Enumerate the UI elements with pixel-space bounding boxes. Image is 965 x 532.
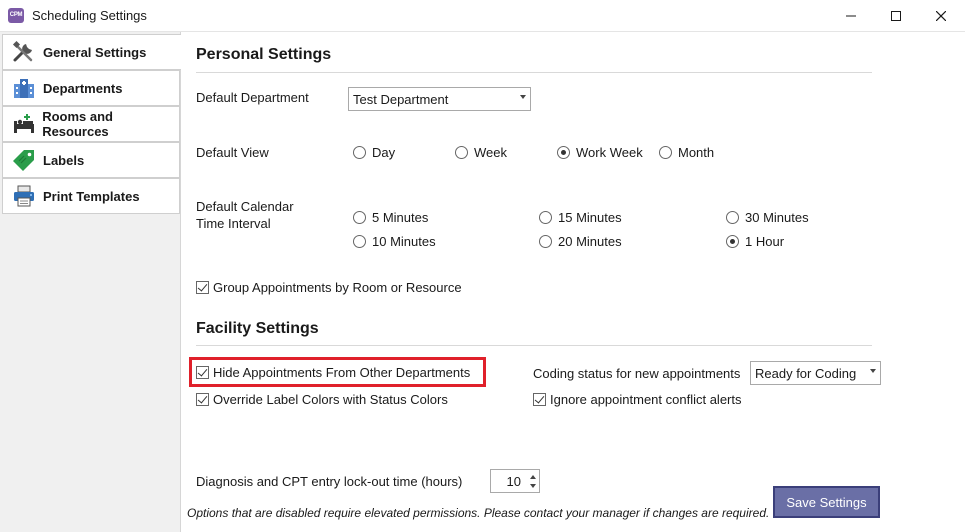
- sidebar-item-label: Departments: [43, 80, 123, 96]
- radio-circle: [539, 211, 552, 224]
- view-radio-week[interactable]: Week: [455, 145, 507, 160]
- chevron-down-icon: [520, 95, 526, 99]
- close-icon: [936, 11, 946, 21]
- section-divider: [196, 72, 872, 73]
- ignore-conflict-alerts-checkbox[interactable]: Ignore appointment conflict alerts: [533, 392, 742, 407]
- radio-label: 5 Minutes: [372, 210, 429, 225]
- window-title: Scheduling Settings: [32, 8, 147, 23]
- hide-other-departments-checkbox[interactable]: Hide Appointments From Other Departments: [196, 365, 470, 380]
- coding-status-select[interactable]: Ready for Coding: [750, 361, 881, 385]
- radio-circle: [353, 235, 366, 248]
- interval-radio-15-minutes[interactable]: 15 Minutes: [539, 210, 622, 225]
- radio-label: 15 Minutes: [558, 210, 622, 225]
- checkbox-label: Override Label Colors with Status Colors: [213, 392, 448, 407]
- checkbox-checked: [196, 393, 209, 406]
- minimize-icon: [846, 15, 856, 17]
- checkbox-checked: [533, 393, 546, 406]
- chevron-up-icon[interactable]: [530, 475, 536, 479]
- tools-icon: [10, 40, 38, 64]
- title-bar: CPM Scheduling Settings: [0, 0, 965, 32]
- interval-radio-1-hour[interactable]: 1 Hour: [726, 234, 784, 249]
- checkbox-label: Ignore appointment conflict alerts: [550, 392, 742, 407]
- app-icon: CPM: [8, 8, 24, 23]
- minimize-button[interactable]: [828, 0, 874, 32]
- radio-label: Work Week: [576, 145, 643, 160]
- radio-label: Day: [372, 145, 396, 160]
- radio-circle-selected: [557, 146, 570, 159]
- sidebar-item-rooms-and-resources[interactable]: Rooms and Resources: [2, 106, 180, 142]
- radio-circle-selected: [726, 235, 739, 248]
- building-icon: [10, 76, 38, 100]
- coding-status-value: Ready for Coding: [755, 365, 857, 381]
- facility-settings-title: Facility Settings: [196, 320, 319, 337]
- interval-radio-30-minutes[interactable]: 30 Minutes: [726, 210, 809, 225]
- radio-circle: [455, 146, 468, 159]
- default-view-label: Default View: [196, 145, 269, 160]
- maximize-button[interactable]: [873, 0, 919, 32]
- view-radio-day[interactable]: Day: [353, 145, 395, 160]
- sidebar-item-label: Rooms and Resources: [42, 109, 113, 139]
- checkbox-checked: [196, 281, 209, 294]
- default-department-value: Test Department: [353, 91, 449, 107]
- view-radio-month[interactable]: Month: [659, 145, 714, 160]
- checkbox-label: Group Appointments by Room or Resource: [213, 280, 462, 295]
- default-department-select[interactable]: Test Department: [348, 87, 531, 111]
- coding-status-label: Coding status for new appointments: [533, 366, 741, 381]
- radio-circle: [726, 211, 739, 224]
- lockout-time-stepper[interactable]: 10: [490, 469, 540, 493]
- radio-label: 10 Minutes: [372, 234, 436, 249]
- radio-circle: [353, 146, 366, 159]
- chevron-down-icon: [870, 369, 876, 373]
- lockout-time-label: Diagnosis and CPT entry lock-out time (h…: [196, 474, 463, 489]
- radio-label: 30 Minutes: [745, 210, 809, 225]
- chevron-down-icon[interactable]: [530, 484, 536, 488]
- maximize-icon: [891, 11, 901, 21]
- save-settings-button[interactable]: Save Settings: [773, 486, 880, 518]
- sidebar: General Settings Departments Rooms and R…: [0, 32, 182, 532]
- interval-label-line1: Default Calendar: [196, 199, 294, 214]
- group-by-room-checkbox[interactable]: Group Appointments by Room or Resource: [196, 280, 462, 295]
- radio-circle: [539, 235, 552, 248]
- radio-circle: [659, 146, 672, 159]
- printer-icon: [10, 184, 38, 208]
- sidebar-item-labels[interactable]: Labels: [2, 142, 180, 178]
- sidebar-item-label: Labels: [43, 152, 85, 168]
- permissions-note: Options that are disabled require elevat…: [187, 506, 770, 520]
- sidebar-item-general-settings[interactable]: General Settings: [2, 34, 182, 70]
- default-department-label: Default Department: [196, 90, 309, 105]
- personal-settings-title: Personal Settings: [196, 46, 332, 63]
- interval-radio-5-minutes[interactable]: 5 Minutes: [353, 210, 428, 225]
- sidebar-item-print-templates[interactable]: Print Templates: [2, 178, 180, 214]
- radio-label: 1 Hour: [745, 234, 785, 249]
- interval-label-line2: Time Interval: [196, 216, 271, 231]
- close-button[interactable]: [918, 0, 964, 32]
- view-radio-work-week[interactable]: Work Week: [557, 145, 643, 160]
- sidebar-item-label: Print Templates: [43, 188, 140, 204]
- radio-label: Week: [474, 145, 507, 160]
- sidebar-item-label: General Settings: [43, 44, 147, 60]
- section-divider: [196, 345, 872, 346]
- bed-icon: [10, 112, 37, 136]
- checkbox-checked: [196, 366, 209, 379]
- tag-icon: [10, 148, 38, 172]
- lockout-time-value: 10: [506, 474, 521, 489]
- radio-label: Month: [678, 145, 715, 160]
- interval-radio-10-minutes[interactable]: 10 Minutes: [353, 234, 436, 249]
- radio-circle: [353, 211, 366, 224]
- interval-radio-20-minutes[interactable]: 20 Minutes: [539, 234, 622, 249]
- checkbox-label: Hide Appointments From Other Departments: [213, 365, 471, 380]
- settings-panel: Personal Settings Default Department Tes…: [181, 32, 965, 532]
- radio-label: 20 Minutes: [558, 234, 622, 249]
- sidebar-item-departments[interactable]: Departments: [2, 70, 180, 106]
- override-label-colors-checkbox[interactable]: Override Label Colors with Status Colors: [196, 392, 448, 407]
